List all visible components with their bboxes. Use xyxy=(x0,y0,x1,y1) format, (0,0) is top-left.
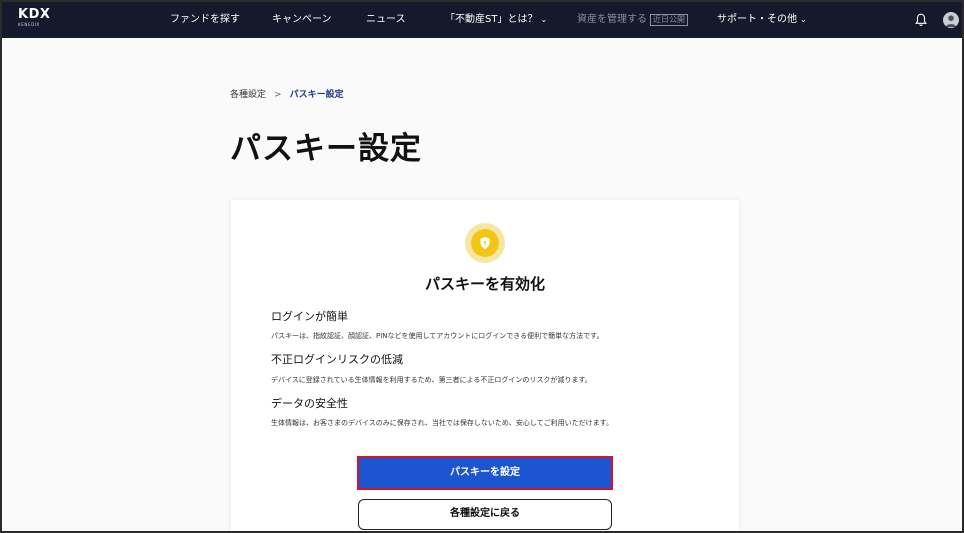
card-title: パスキーを有効化 xyxy=(424,275,545,293)
shield-icon-circle xyxy=(471,229,499,257)
feature-description-data-safety: 生体情報は、お客さまのデバイスのみに保存され、当社では保存しないため、安心してご… xyxy=(271,419,613,427)
breadcrumb-settings-link[interactable]: 各種設定 xyxy=(230,89,266,101)
bell-icon[interactable] xyxy=(915,13,927,27)
breadcrumb-current: パスキー設定 xyxy=(289,90,344,100)
nav-news[interactable]: ニュース xyxy=(366,13,406,27)
feature-heading-data-safety: データの安全性 xyxy=(271,397,348,410)
avatar-icon[interactable] xyxy=(943,12,959,28)
coming-soon-badge: 近日公開 xyxy=(650,14,688,26)
shield-badge xyxy=(465,223,505,263)
passkey-card: パスキーを有効化 ログインが簡単 パスキーは、指紋認証、顔認証、PINなどを使用… xyxy=(231,200,739,531)
logo-subtext: KENEDIX xyxy=(18,22,40,27)
shield-icon xyxy=(480,237,490,249)
breadcrumb-separator: > xyxy=(274,90,282,100)
feature-description-fraud-reduction: デバイスに登録されている生体情報を利用するため、第三者による不正ログインのリスク… xyxy=(271,376,592,384)
nav-campaign[interactable]: キャンペーン xyxy=(272,13,332,27)
logo-text: KDX xyxy=(18,7,51,22)
browser-frame: KDX KENEDIX ファンドを探す キャンペーン ニュース 「不動産ST」と… xyxy=(0,0,964,533)
nav-manage-assets: 資産を管理する 近日公開 xyxy=(577,13,688,27)
chevron-down-icon: ⌄ xyxy=(540,15,548,24)
kdx-logo[interactable]: KDX KENEDIX xyxy=(18,8,58,32)
user-silhouette-icon xyxy=(945,15,957,27)
chevron-down-icon: ⌄ xyxy=(800,15,807,24)
nav-funds[interactable]: ファンドを探す xyxy=(170,13,240,27)
breadcrumb: 各種設定 > パスキー設定 xyxy=(230,89,344,101)
set-passkey-button[interactable]: パスキーを設定 xyxy=(357,456,613,490)
feature-heading-easy-login: ログインが簡単 xyxy=(271,310,348,323)
feature-description-easy-login: パスキーは、指紋認証、顔認証、PINなどを使用してアカウントにログインできる便利… xyxy=(271,332,604,340)
nav-support-label: サポート・その他 xyxy=(717,14,797,25)
nav-about-st[interactable]: 「不動産ST」とは？ ⌄ xyxy=(445,13,547,27)
top-navigation: KDX KENEDIX ファンドを探す キャンペーン ニュース 「不動産ST」と… xyxy=(2,2,962,38)
back-to-settings-button[interactable]: 各種設定に戻る xyxy=(358,499,612,530)
nav-manage-assets-label: 資産を管理する xyxy=(577,14,647,25)
feature-heading-fraud-reduction: 不正ログインリスクの低減 xyxy=(271,353,403,366)
nav-support[interactable]: サポート・その他 ⌄ xyxy=(717,13,807,27)
page-title: パスキー設定 xyxy=(230,131,422,167)
nav-about-st-label: 「不動産ST」とは？ xyxy=(445,14,538,25)
